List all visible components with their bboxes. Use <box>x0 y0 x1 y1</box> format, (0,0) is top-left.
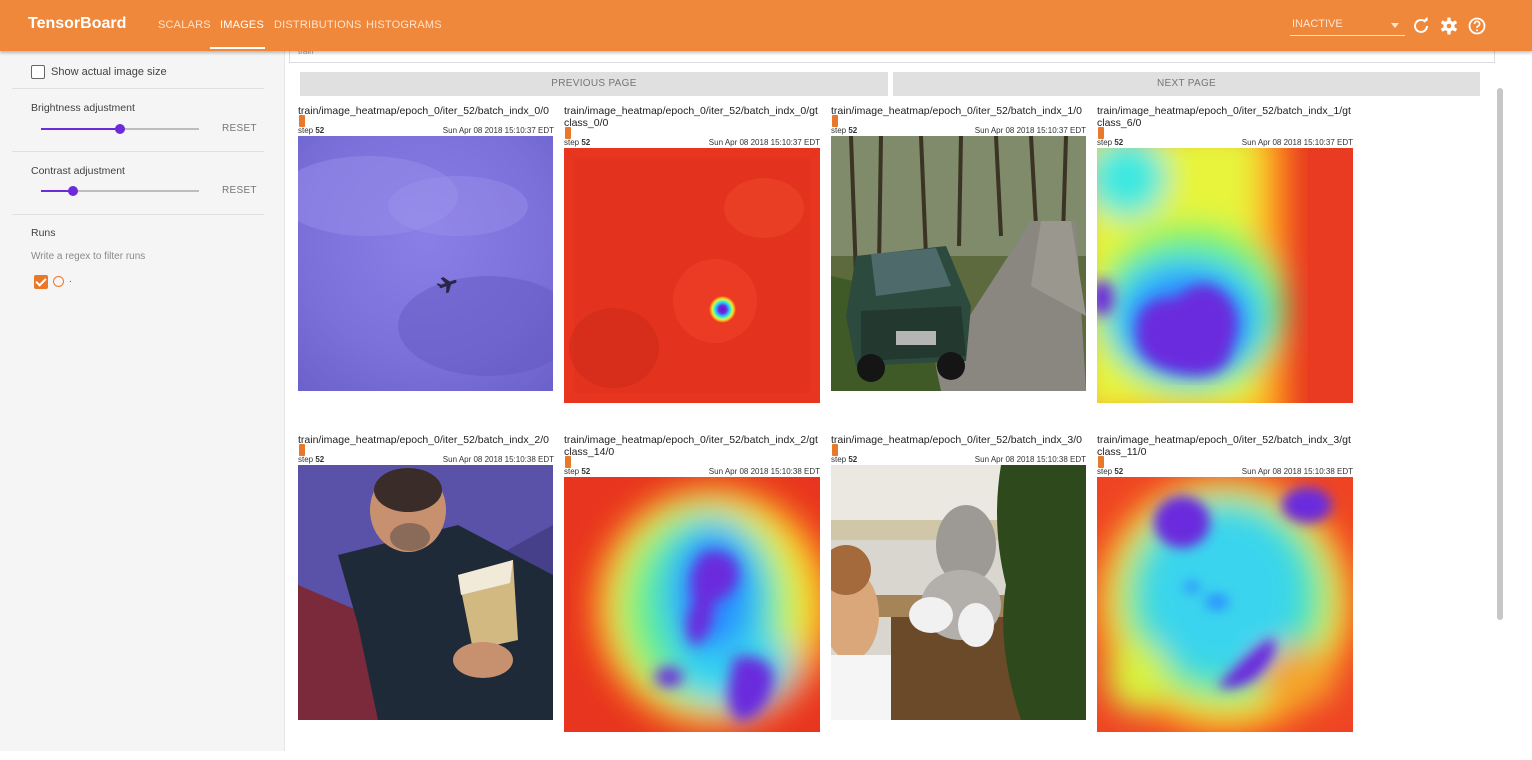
select-value: INACTIVE <box>1292 18 1343 30</box>
active-tab-indicator <box>210 47 265 49</box>
tag-group-card: train <box>289 47 1495 63</box>
sky-airplane-image[interactable] <box>298 136 553 391</box>
crashed-car-image[interactable] <box>831 136 1086 391</box>
run-checkbox[interactable] <box>34 275 48 289</box>
wall-time: Sun Apr 08 2018 15:10:38 EDT <box>708 467 820 476</box>
wall-time: Sun Apr 08 2018 15:10:38 EDT <box>442 455 554 464</box>
previous-page-button[interactable]: PREVIOUS PAGE <box>300 72 888 96</box>
wall-time: Sun Apr 08 2018 15:10:37 EDT <box>974 126 1086 135</box>
run-name: . <box>69 274 72 285</box>
step-label: step 52 <box>564 467 591 476</box>
brightness-slider-handle[interactable] <box>115 124 125 134</box>
app-brand: TensorBoard <box>28 15 127 32</box>
tab-scalars[interactable]: SCALARS <box>158 19 211 31</box>
tab-histograms[interactable]: HISTOGRAMS <box>366 19 442 31</box>
sidebar: Show actual image size Brightness adjust… <box>0 51 285 751</box>
heatmap-class-0-image[interactable] <box>564 148 820 403</box>
brightness-reset-button[interactable]: RESET <box>222 123 257 134</box>
image-card-tag: train/image_heatmap/epoch_0/iter_52/batc… <box>1097 434 1351 446</box>
tab-distributions[interactable]: DISTRIBUTIONS <box>274 19 362 31</box>
contrast-slider[interactable] <box>41 186 199 196</box>
help-icon[interactable] <box>1467 16 1487 36</box>
wall-time: Sun Apr 08 2018 15:10:38 EDT <box>974 455 1086 464</box>
step-label: step 52 <box>831 126 858 135</box>
step-label: step 52 <box>564 138 591 147</box>
show-actual-size-label: Show actual image size <box>51 66 167 78</box>
gear-icon[interactable] <box>1439 16 1459 36</box>
step-label: step 52 <box>298 455 325 464</box>
brightness-label: Brightness adjustment <box>31 102 135 114</box>
wall-time: Sun Apr 08 2018 15:10:37 EDT <box>442 126 554 135</box>
image-card-tag: train/image_heatmap/epoch_0/iter_52/batc… <box>831 434 1083 446</box>
dog-and-child-image[interactable] <box>831 465 1086 720</box>
image-card-tag: train/image_heatmap/epoch_0/iter_52/batc… <box>298 105 550 117</box>
heatmap-class-11-image[interactable] <box>1097 477 1353 732</box>
divider <box>12 88 264 89</box>
divider <box>12 214 264 215</box>
wall-time: Sun Apr 08 2018 15:10:37 EDT <box>708 138 820 147</box>
wall-time: Sun Apr 08 2018 15:10:38 EDT <box>1241 467 1353 476</box>
step-label: step 52 <box>831 455 858 464</box>
inactive-dashboards-select[interactable]: INACTIVE <box>1290 16 1405 36</box>
image-card-tag: train/image_heatmap/epoch_0/iter_52/batc… <box>298 434 550 446</box>
runs-title: Runs <box>31 227 56 239</box>
image-card-tag: train/image_heatmap/epoch_0/iter_52/batc… <box>564 105 818 117</box>
heatmap-class-14-image[interactable] <box>564 477 820 732</box>
next-page-button[interactable]: NEXT PAGE <box>893 72 1480 96</box>
image-card-tag: train/image_heatmap/epoch_0/iter_52/batc… <box>831 105 1083 117</box>
image-card-tag: train/image_heatmap/epoch_0/iter_52/batc… <box>564 434 818 446</box>
image-card-tag: train/image_heatmap/epoch_0/iter_52/batc… <box>1097 105 1351 117</box>
scrollbar[interactable] <box>1497 88 1503 620</box>
heatmap-class-6-image[interactable] <box>1097 148 1353 403</box>
tab-images[interactable]: IMAGES <box>220 19 264 31</box>
run-color-swatch[interactable] <box>53 276 64 287</box>
top-app-bar: TensorBoard SCALARS IMAGES DISTRIBUTIONS… <box>0 0 1532 51</box>
man-with-beer-image[interactable] <box>298 465 553 720</box>
wall-time: Sun Apr 08 2018 15:10:37 EDT <box>1241 138 1353 147</box>
divider <box>12 151 264 152</box>
contrast-slider-handle[interactable] <box>67 186 78 196</box>
step-label: step 52 <box>298 126 325 135</box>
runs-filter-input[interactable]: Write a regex to filter runs <box>31 251 145 262</box>
image-card-tag-line2: class_14/0 <box>564 446 615 458</box>
step-label: step 52 <box>1097 138 1124 147</box>
image-card-tag-line2: class_11/0 <box>1097 446 1147 458</box>
show-actual-size-checkbox[interactable] <box>31 65 45 79</box>
chevron-down-icon <box>1391 23 1399 28</box>
brightness-slider-fill <box>41 128 120 130</box>
step-label: step 52 <box>1097 467 1124 476</box>
contrast-label: Contrast adjustment <box>31 165 125 177</box>
reload-icon[interactable] <box>1411 16 1431 36</box>
brightness-slider[interactable] <box>41 124 199 134</box>
contrast-reset-button[interactable]: RESET <box>222 185 257 196</box>
